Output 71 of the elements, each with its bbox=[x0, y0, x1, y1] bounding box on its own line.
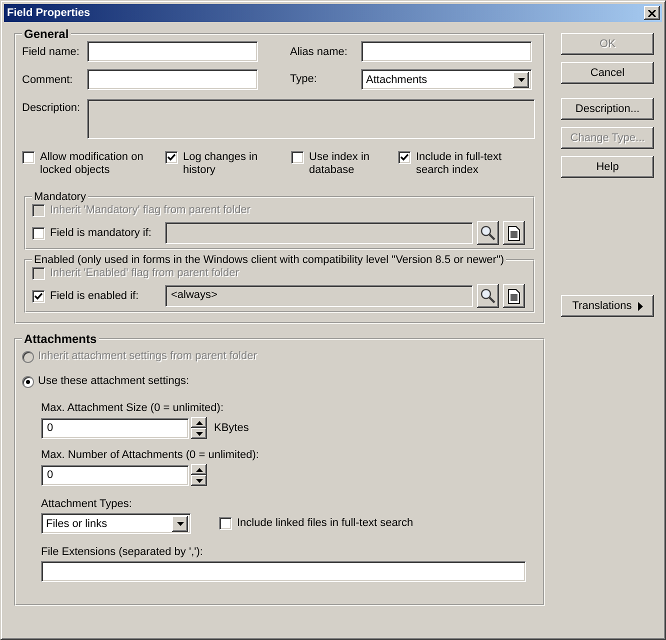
dialog-button[interactable]: Help bbox=[561, 156, 654, 178]
up-arrow-icon bbox=[196, 468, 202, 472]
close-icon bbox=[648, 10, 656, 16]
spin-down-button[interactable] bbox=[191, 475, 207, 486]
checkbox-label: Inherit 'Enabled' flag from parent folder bbox=[50, 267, 239, 280]
document-button[interactable] bbox=[503, 284, 525, 308]
radio-button[interactable] bbox=[22, 376, 34, 388]
checkbox[interactable] bbox=[291, 151, 304, 164]
condition-field[interactable]: <always> bbox=[165, 285, 473, 307]
checkbox-label: Use index in database bbox=[309, 151, 371, 177]
up-arrow-icon bbox=[196, 420, 202, 424]
document-button[interactable] bbox=[503, 221, 525, 245]
field-label: Type: bbox=[290, 73, 318, 85]
checkbox-label: Field is mandatory if: bbox=[50, 226, 152, 240]
text-field[interactable] bbox=[361, 41, 532, 62]
dialog-button[interactable]: Cancel bbox=[561, 62, 654, 84]
checkbox[interactable] bbox=[32, 226, 45, 240]
checkbox[interactable] bbox=[22, 151, 35, 164]
spin-down-button[interactable] bbox=[191, 428, 207, 439]
dropdown-button[interactable] bbox=[172, 516, 188, 532]
document-icon bbox=[508, 226, 520, 240]
checkbox-label: Log changes in history bbox=[183, 151, 259, 177]
spin-up-button[interactable] bbox=[191, 417, 207, 428]
right-arrow-icon bbox=[638, 302, 643, 310]
extensions-field[interactable] bbox=[41, 561, 526, 582]
search-icon bbox=[480, 225, 496, 241]
search-icon bbox=[480, 288, 496, 304]
text-field[interactable] bbox=[87, 41, 258, 62]
checkbox-label: Include linked files in full-text search bbox=[237, 517, 414, 530]
dropdown-button[interactable] bbox=[513, 72, 529, 88]
search-button[interactable] bbox=[477, 284, 499, 308]
search-button[interactable] bbox=[477, 221, 499, 245]
number-field[interactable]: 0 bbox=[41, 464, 189, 486]
close-button[interactable] bbox=[644, 6, 660, 20]
checkbox-label: Field is enabled if: bbox=[50, 290, 139, 302]
checkbox[interactable] bbox=[219, 517, 232, 530]
translations-button[interactable]: Translations bbox=[561, 295, 654, 317]
field-label: Attachment Types: bbox=[41, 498, 133, 510]
unit-label: KBytes bbox=[214, 422, 249, 434]
dialog-button[interactable]: Description... bbox=[561, 98, 654, 120]
group-title: General bbox=[23, 27, 70, 41]
group-title: Enabled (only used in forms in the Windows client with compatibility level "Version 8.5 or newer") bbox=[33, 254, 506, 266]
field-label: Description: bbox=[22, 102, 82, 116]
text-field[interactable] bbox=[87, 69, 258, 90]
down-arrow-icon bbox=[518, 78, 524, 82]
radio-label: Use these attachment settings: bbox=[38, 375, 190, 388]
type-dropdown[interactable]: Attachments bbox=[361, 69, 532, 90]
window-title: Field Properties bbox=[7, 7, 90, 19]
checkbox[interactable] bbox=[32, 290, 45, 302]
group-title: Attachments bbox=[23, 332, 98, 346]
field-label: Max. Number of Attachments (0 = unlimited): bbox=[41, 449, 260, 461]
condition-field[interactable] bbox=[165, 222, 473, 244]
field-label: File Extensions (separated by ','): bbox=[41, 546, 204, 558]
down-arrow-icon bbox=[196, 432, 202, 436]
document-icon bbox=[508, 288, 520, 304]
down-arrow-icon bbox=[176, 522, 184, 526]
checkbox-label: Inherit 'Mandatory' flag from parent folder bbox=[50, 204, 250, 217]
checkbox[interactable] bbox=[398, 151, 411, 164]
group-title: Mandatory bbox=[33, 191, 87, 203]
number-field[interactable]: 0 bbox=[41, 418, 189, 438]
type-dropdown[interactable]: Files or links bbox=[41, 513, 191, 534]
checkbox-label: Include in full-text search index bbox=[416, 151, 503, 177]
checkbox[interactable] bbox=[165, 151, 178, 164]
field-label: Comment: bbox=[22, 74, 74, 86]
field-label: Max. Attachment Size (0 = unlimited): bbox=[41, 402, 224, 414]
field-label: Alias name: bbox=[290, 46, 348, 58]
down-arrow-icon bbox=[196, 478, 202, 482]
checkbox-label: Allow modification on locked objects bbox=[40, 151, 144, 177]
field-label: Field name: bbox=[22, 46, 80, 58]
radio-label: Inherit attachment settings from parent folder bbox=[38, 350, 257, 363]
spin-up-button[interactable] bbox=[191, 464, 207, 475]
